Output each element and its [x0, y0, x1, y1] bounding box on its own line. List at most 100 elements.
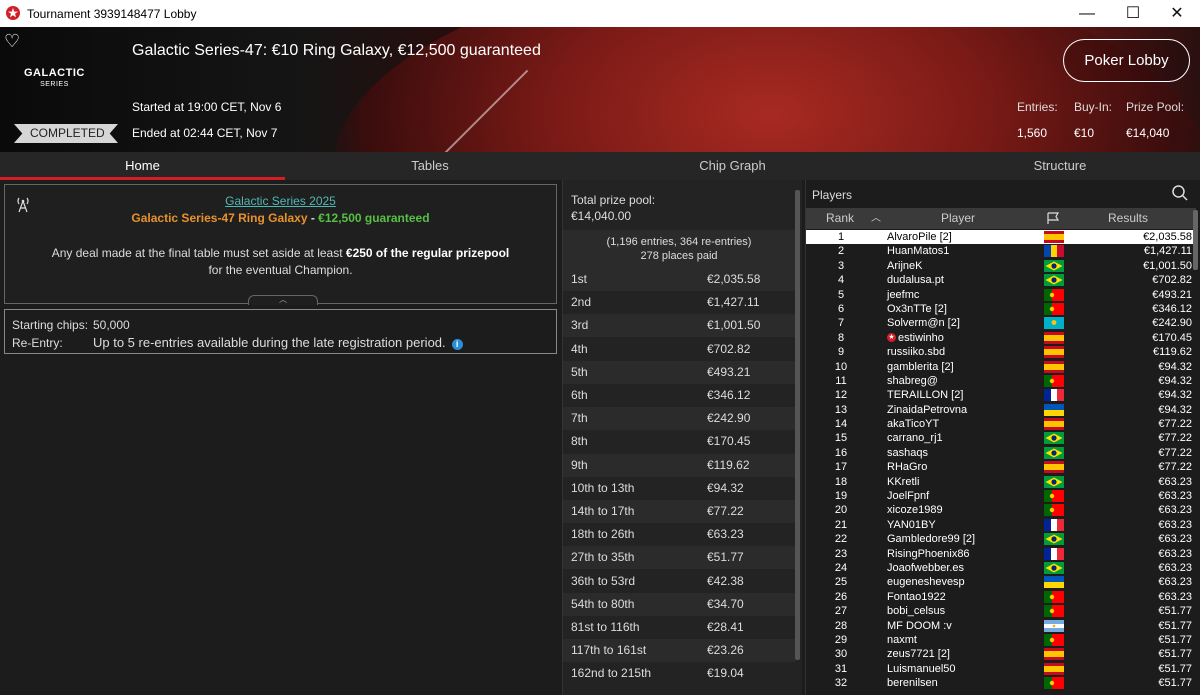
- payout-place: 27th to 35th: [571, 550, 635, 565]
- player-row[interactable]: 1 AlvaroPile [2] €2,035.58: [806, 230, 1196, 245]
- player-row[interactable]: 11 shabreg@ €94.32: [806, 374, 1196, 388]
- poker-lobby-button[interactable]: Poker Lobby: [1063, 39, 1190, 82]
- col-player[interactable]: Player: [941, 208, 975, 229]
- payout-amount: €702.82: [707, 341, 751, 356]
- players-table-header: Rank ︿ Player Results: [806, 208, 1196, 229]
- player-rank: 13: [834, 403, 848, 416]
- col-rank[interactable]: Rank: [826, 208, 854, 229]
- player-row[interactable]: 29 naxmt €51.77: [806, 633, 1196, 647]
- payout-row: 2nd €1,427.11: [563, 291, 795, 315]
- galactic-series-logo: GALACTIC SERIES: [24, 67, 85, 88]
- payout-place: 2nd: [571, 295, 592, 310]
- player-row[interactable]: 5 jeefmc €493.21: [806, 288, 1196, 302]
- maximize-button[interactable]: ☐: [1110, 0, 1156, 27]
- payout-amount: €23.26: [707, 643, 744, 658]
- player-row[interactable]: 25 eugeneshevesp €63.23: [806, 575, 1196, 589]
- player-row[interactable]: 28 MF DOOM :v €51.77: [806, 619, 1196, 633]
- ring-guarantee: €12,500 guaranteed: [318, 211, 430, 225]
- favorite-heart-icon[interactable]: ♡: [4, 31, 20, 52]
- payout-place: 18th to 26th: [571, 527, 635, 542]
- player-row[interactable]: 27 bobi_celsus €51.77: [806, 604, 1196, 618]
- player-result: €63.23: [1158, 533, 1192, 546]
- buyin-value: €10: [1074, 126, 1095, 140]
- player-row[interactable]: 18 KKretli €63.23: [806, 475, 1196, 489]
- player-rank: 32: [834, 677, 848, 690]
- info-icon[interactable]: i: [451, 339, 463, 350]
- player-name-wrap: ZinaidaPetrovna: [887, 403, 967, 417]
- player-name-wrap: TERAILLON [2]: [887, 388, 963, 402]
- player-row[interactable]: 26 Fontao1922 €63.23: [806, 590, 1196, 604]
- close-button[interactable]: ✕: [1154, 0, 1200, 27]
- player-result: €63.23: [1158, 576, 1192, 589]
- series-link[interactable]: Galactic Series 2025: [5, 194, 556, 208]
- player-row[interactable]: 31 Luismanuel50 €51.77: [806, 662, 1196, 676]
- player-rank: 1: [837, 231, 845, 243]
- player-row[interactable]: 3 ArijneK €1,001.50: [806, 259, 1196, 273]
- country-flag-icon: [1044, 533, 1064, 546]
- country-flag-icon: [1044, 274, 1064, 287]
- player-name-wrap: Ox3nTTe [2]: [887, 302, 947, 316]
- player-rank: 11: [835, 374, 847, 387]
- tab-bar: Home Tables Chip Graph Structure: [0, 152, 1200, 180]
- player-row[interactable]: 17 RHaGro €77.22: [806, 460, 1196, 474]
- player-rank: 18: [834, 475, 848, 488]
- country-flag-icon: [1044, 504, 1064, 517]
- payout-scrollbar[interactable]: [795, 190, 800, 660]
- minimize-button[interactable]: —: [1064, 0, 1110, 27]
- player-row[interactable]: 32 berenilsen €51.77: [806, 676, 1196, 690]
- player-rank: 28: [834, 619, 848, 632]
- player-name: gamblerita [2]: [887, 360, 954, 373]
- player-row[interactable]: 23 RisingPhoenix86 €63.23: [806, 547, 1196, 561]
- player-name: ArijneK: [887, 259, 923, 272]
- player-row[interactable]: 24 Joaofwebber.es €63.23: [806, 561, 1196, 575]
- player-name-wrap: jeefmc: [887, 288, 919, 302]
- country-flag-icon: [1044, 288, 1064, 301]
- player-row[interactable]: 14 akaTicoYT €77.22: [806, 417, 1196, 431]
- player-row[interactable]: 12 TERAILLON [2] €94.32: [806, 388, 1196, 402]
- player-rank: 19: [834, 490, 848, 503]
- player-name: dudalusa.pt: [887, 274, 944, 287]
- country-flag-icon: [1044, 346, 1064, 359]
- flag-column-icon[interactable]: [1046, 212, 1060, 225]
- player-row[interactable]: 2 HuanMatos1 €1,427.11: [806, 244, 1196, 258]
- players-scrollbar[interactable]: [1193, 210, 1198, 270]
- sort-asc-icon[interactable]: ︿: [871, 208, 881, 229]
- player-row[interactable]: 21 YAN01BY €63.23: [806, 518, 1196, 532]
- tab-structure[interactable]: Structure: [920, 152, 1200, 180]
- player-row[interactable]: 9 russiiko.sbd €119.62: [806, 345, 1196, 359]
- pokerstars-star-icon: ★: [887, 333, 896, 343]
- player-name: AlvaroPile [2]: [887, 231, 952, 243]
- player-row[interactable]: 22 Gambledore99 [2] €63.23: [806, 532, 1196, 546]
- player-row[interactable]: 15 carrano_rj1 €77.22: [806, 431, 1196, 445]
- player-result: €51.77: [1158, 633, 1192, 646]
- payout-amount: €42.38: [707, 573, 744, 588]
- search-icon[interactable]: [1171, 184, 1189, 202]
- player-row[interactable]: 16 sashaqs €77.22: [806, 446, 1196, 460]
- player-row[interactable]: 10 gamblerita [2] €94.32: [806, 360, 1196, 374]
- player-rank: 10: [834, 360, 848, 373]
- player-result: €702.82: [1152, 274, 1192, 287]
- window-titlebar: Tournament 3939148477 Lobby — ☐ ✕: [0, 0, 1200, 27]
- player-name-wrap: ArijneK: [887, 259, 922, 273]
- payout-amount: €34.70: [707, 596, 744, 611]
- player-row[interactable]: 30 zeus7721 [2] €51.77: [806, 647, 1196, 661]
- tab-home[interactable]: Home: [0, 152, 285, 180]
- player-row[interactable]: 8 ★ estiwinho €170.45: [806, 331, 1196, 345]
- player-row[interactable]: 20 xicoze1989 €63.23: [806, 503, 1196, 517]
- country-flag-icon: [1044, 633, 1064, 646]
- tab-tables[interactable]: Tables: [285, 152, 575, 180]
- player-row[interactable]: 7 Solverm@n [2] €242.90: [806, 316, 1196, 330]
- country-flag-icon: [1044, 446, 1064, 459]
- payout-amount: €77.22: [707, 504, 744, 518]
- col-results[interactable]: Results: [1108, 208, 1148, 229]
- player-row[interactable]: 19 JoelFpnf €63.23: [806, 489, 1196, 503]
- tab-chip-graph[interactable]: Chip Graph: [590, 152, 875, 180]
- player-row[interactable]: 4 dudalusa.pt €702.82: [806, 273, 1196, 287]
- player-row[interactable]: 13 ZinaidaPetrovna €94.32: [806, 403, 1196, 417]
- prizepool-value: €14,040: [1126, 126, 1170, 140]
- player-row[interactable]: 6 Ox3nTTe [2] €346.12: [806, 302, 1196, 316]
- player-name-wrap: xicoze1989: [887, 503, 943, 517]
- collapse-toggle[interactable]: ︿: [248, 295, 318, 305]
- entries-line: (1,196 entries, 364 re-entries): [606, 236, 752, 248]
- player-rank: 25: [834, 576, 848, 589]
